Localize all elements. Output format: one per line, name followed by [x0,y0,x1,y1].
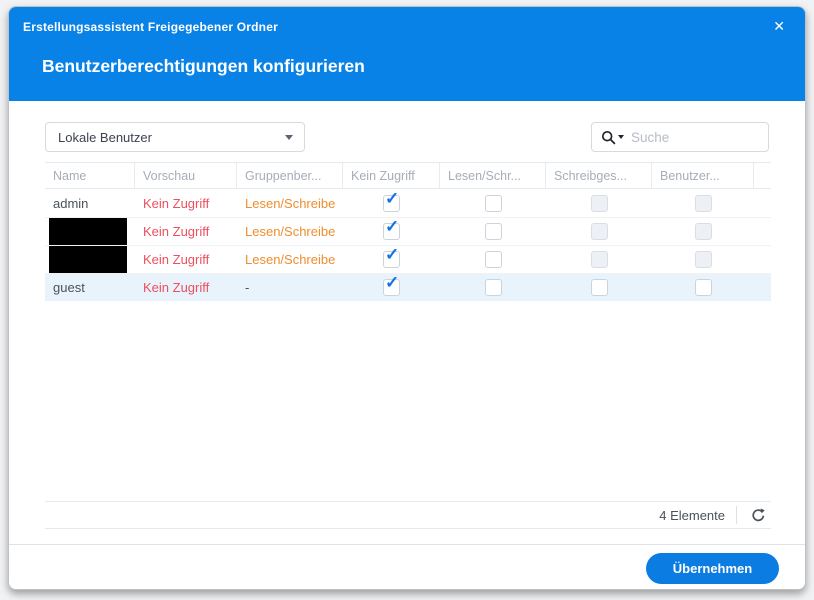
cell-filler [754,246,771,273]
write-only-checkbox: ✓ [591,223,608,240]
redacted-name-block [49,246,127,273]
cell-write-only-checkbox: ✓ [546,218,652,245]
redacted-name-block [49,218,127,245]
toolbar: Lokale Benutzer [45,122,769,152]
read-write-checkbox[interactable]: ✓ [485,195,502,212]
custom-checkbox: ✓ [695,251,712,268]
cell-preview: Kein Zugriff [135,218,237,245]
status-divider [736,506,737,524]
custom-checkbox[interactable]: ✓ [695,279,712,296]
user-scope-dropdown[interactable]: Lokale Benutzer [45,122,305,152]
cell-no-access-checkbox: ✓ [343,189,440,217]
cell-name [45,246,135,273]
cell-custom-checkbox: ✓ [652,246,754,273]
list-status-bar: 4 Elemente [45,501,771,529]
column-header-5[interactable]: Schreibges... [546,163,652,188]
user-scope-value: Lokale Benutzer [58,130,152,145]
shared-folder-wizard-dialog: Erstellungsassistent Freigegebener Ordne… [8,6,806,590]
cell-preview: Kein Zugriff [135,246,237,273]
permissions-table: NameVorschauGruppenber...Kein ZugriffLes… [45,162,771,301]
no-access-checkbox[interactable]: ✓ [383,279,400,296]
checkmark-icon: ✓ [385,189,399,209]
dialog-footer: Übernehmen [9,544,805,589]
cell-group-permission: Lesen/Schreibe [237,246,343,273]
cell-preview: Kein Zugriff [135,274,237,301]
checkmark-icon: ✓ [385,218,399,237]
checkmark-icon: ✓ [385,246,399,265]
cell-write-only-checkbox: ✓ [546,189,652,217]
cell-preview: Kein Zugriff [135,189,237,217]
no-access-checkbox[interactable]: ✓ [383,223,400,240]
cell-name [45,218,135,245]
cell-group-permission: Lesen/Schreibe [237,218,343,245]
search-box[interactable] [591,122,769,152]
cell-filler [754,189,771,217]
custom-checkbox: ✓ [695,195,712,212]
dialog-title: Erstellungsassistent Freigegebener Ordne… [23,20,278,34]
chevron-down-icon [285,135,293,140]
step-title: Benutzerberechtigungen konfigurieren [42,56,365,77]
no-access-checkbox[interactable]: ✓ [383,251,400,268]
cell-read-write-checkbox: ✓ [440,246,546,273]
cell-no-access-checkbox: ✓ [343,274,440,301]
cell-read-write-checkbox: ✓ [440,274,546,301]
close-icon[interactable]: ✕ [773,17,785,35]
cell-write-only-checkbox: ✓ [546,274,652,301]
cell-name: guest [45,274,135,301]
column-header-6[interactable]: Benutzer... [652,163,754,188]
column-header-2[interactable]: Gruppenber... [237,163,343,188]
cell-filler [754,218,771,245]
refresh-button[interactable] [747,504,769,526]
cell-read-write-checkbox: ✓ [440,189,546,217]
cell-write-only-checkbox: ✓ [546,246,652,273]
cell-filler [754,274,771,301]
table-body: adminKein ZugriffLesen/Schreibe✓✓✓✓Kein … [45,189,771,301]
column-header-0[interactable]: Name [45,163,135,188]
refresh-icon [750,507,767,524]
column-header-4[interactable]: Lesen/Schr... [440,163,546,188]
write-only-checkbox: ✓ [591,195,608,212]
cell-no-access-checkbox: ✓ [343,246,440,273]
read-write-checkbox[interactable]: ✓ [485,279,502,296]
table-row[interactable]: guestKein Zugriff- ✓ ✓ ✓ ✓ [45,273,771,301]
no-access-checkbox[interactable]: ✓ [383,195,400,212]
cell-custom-checkbox: ✓ [652,218,754,245]
write-only-checkbox: ✓ [591,251,608,268]
column-header-1[interactable]: Vorschau [135,163,237,188]
cell-no-access-checkbox: ✓ [343,218,440,245]
cell-read-write-checkbox: ✓ [440,218,546,245]
table-row[interactable]: Kein ZugriffLesen/Schreibe ✓ ✓ ✓ ✓ [45,217,771,245]
search-icon [601,130,616,145]
table-row[interactable]: Kein ZugriffLesen/Schreibe ✓ ✓ ✓ ✓ [45,245,771,273]
read-write-checkbox[interactable]: ✓ [485,223,502,240]
column-header-3[interactable]: Kein Zugriff [343,163,440,188]
cell-group-permission: Lesen/Schreibe [237,189,343,217]
table-header-row: NameVorschauGruppenber...Kein ZugriffLes… [45,162,771,189]
column-header-filler [754,163,771,188]
search-input[interactable] [624,130,768,145]
apply-button[interactable]: Übernehmen [646,553,779,584]
custom-checkbox: ✓ [695,223,712,240]
write-only-checkbox[interactable]: ✓ [591,279,608,296]
element-count: 4 Elemente [659,508,725,523]
cell-group-permission: - [237,274,343,301]
dialog-header: Erstellungsassistent Freigegebener Ordne… [9,7,805,101]
cell-name: admin [45,189,135,217]
read-write-checkbox[interactable]: ✓ [485,251,502,268]
cell-custom-checkbox: ✓ [652,189,754,217]
checkmark-icon: ✓ [385,274,399,293]
dialog-body: Lokale Benutzer NameVorschauGruppenber..… [9,101,805,589]
table-row[interactable]: adminKein ZugriffLesen/Schreibe ✓ ✓ ✓ ✓ [45,189,771,217]
cell-custom-checkbox: ✓ [652,274,754,301]
